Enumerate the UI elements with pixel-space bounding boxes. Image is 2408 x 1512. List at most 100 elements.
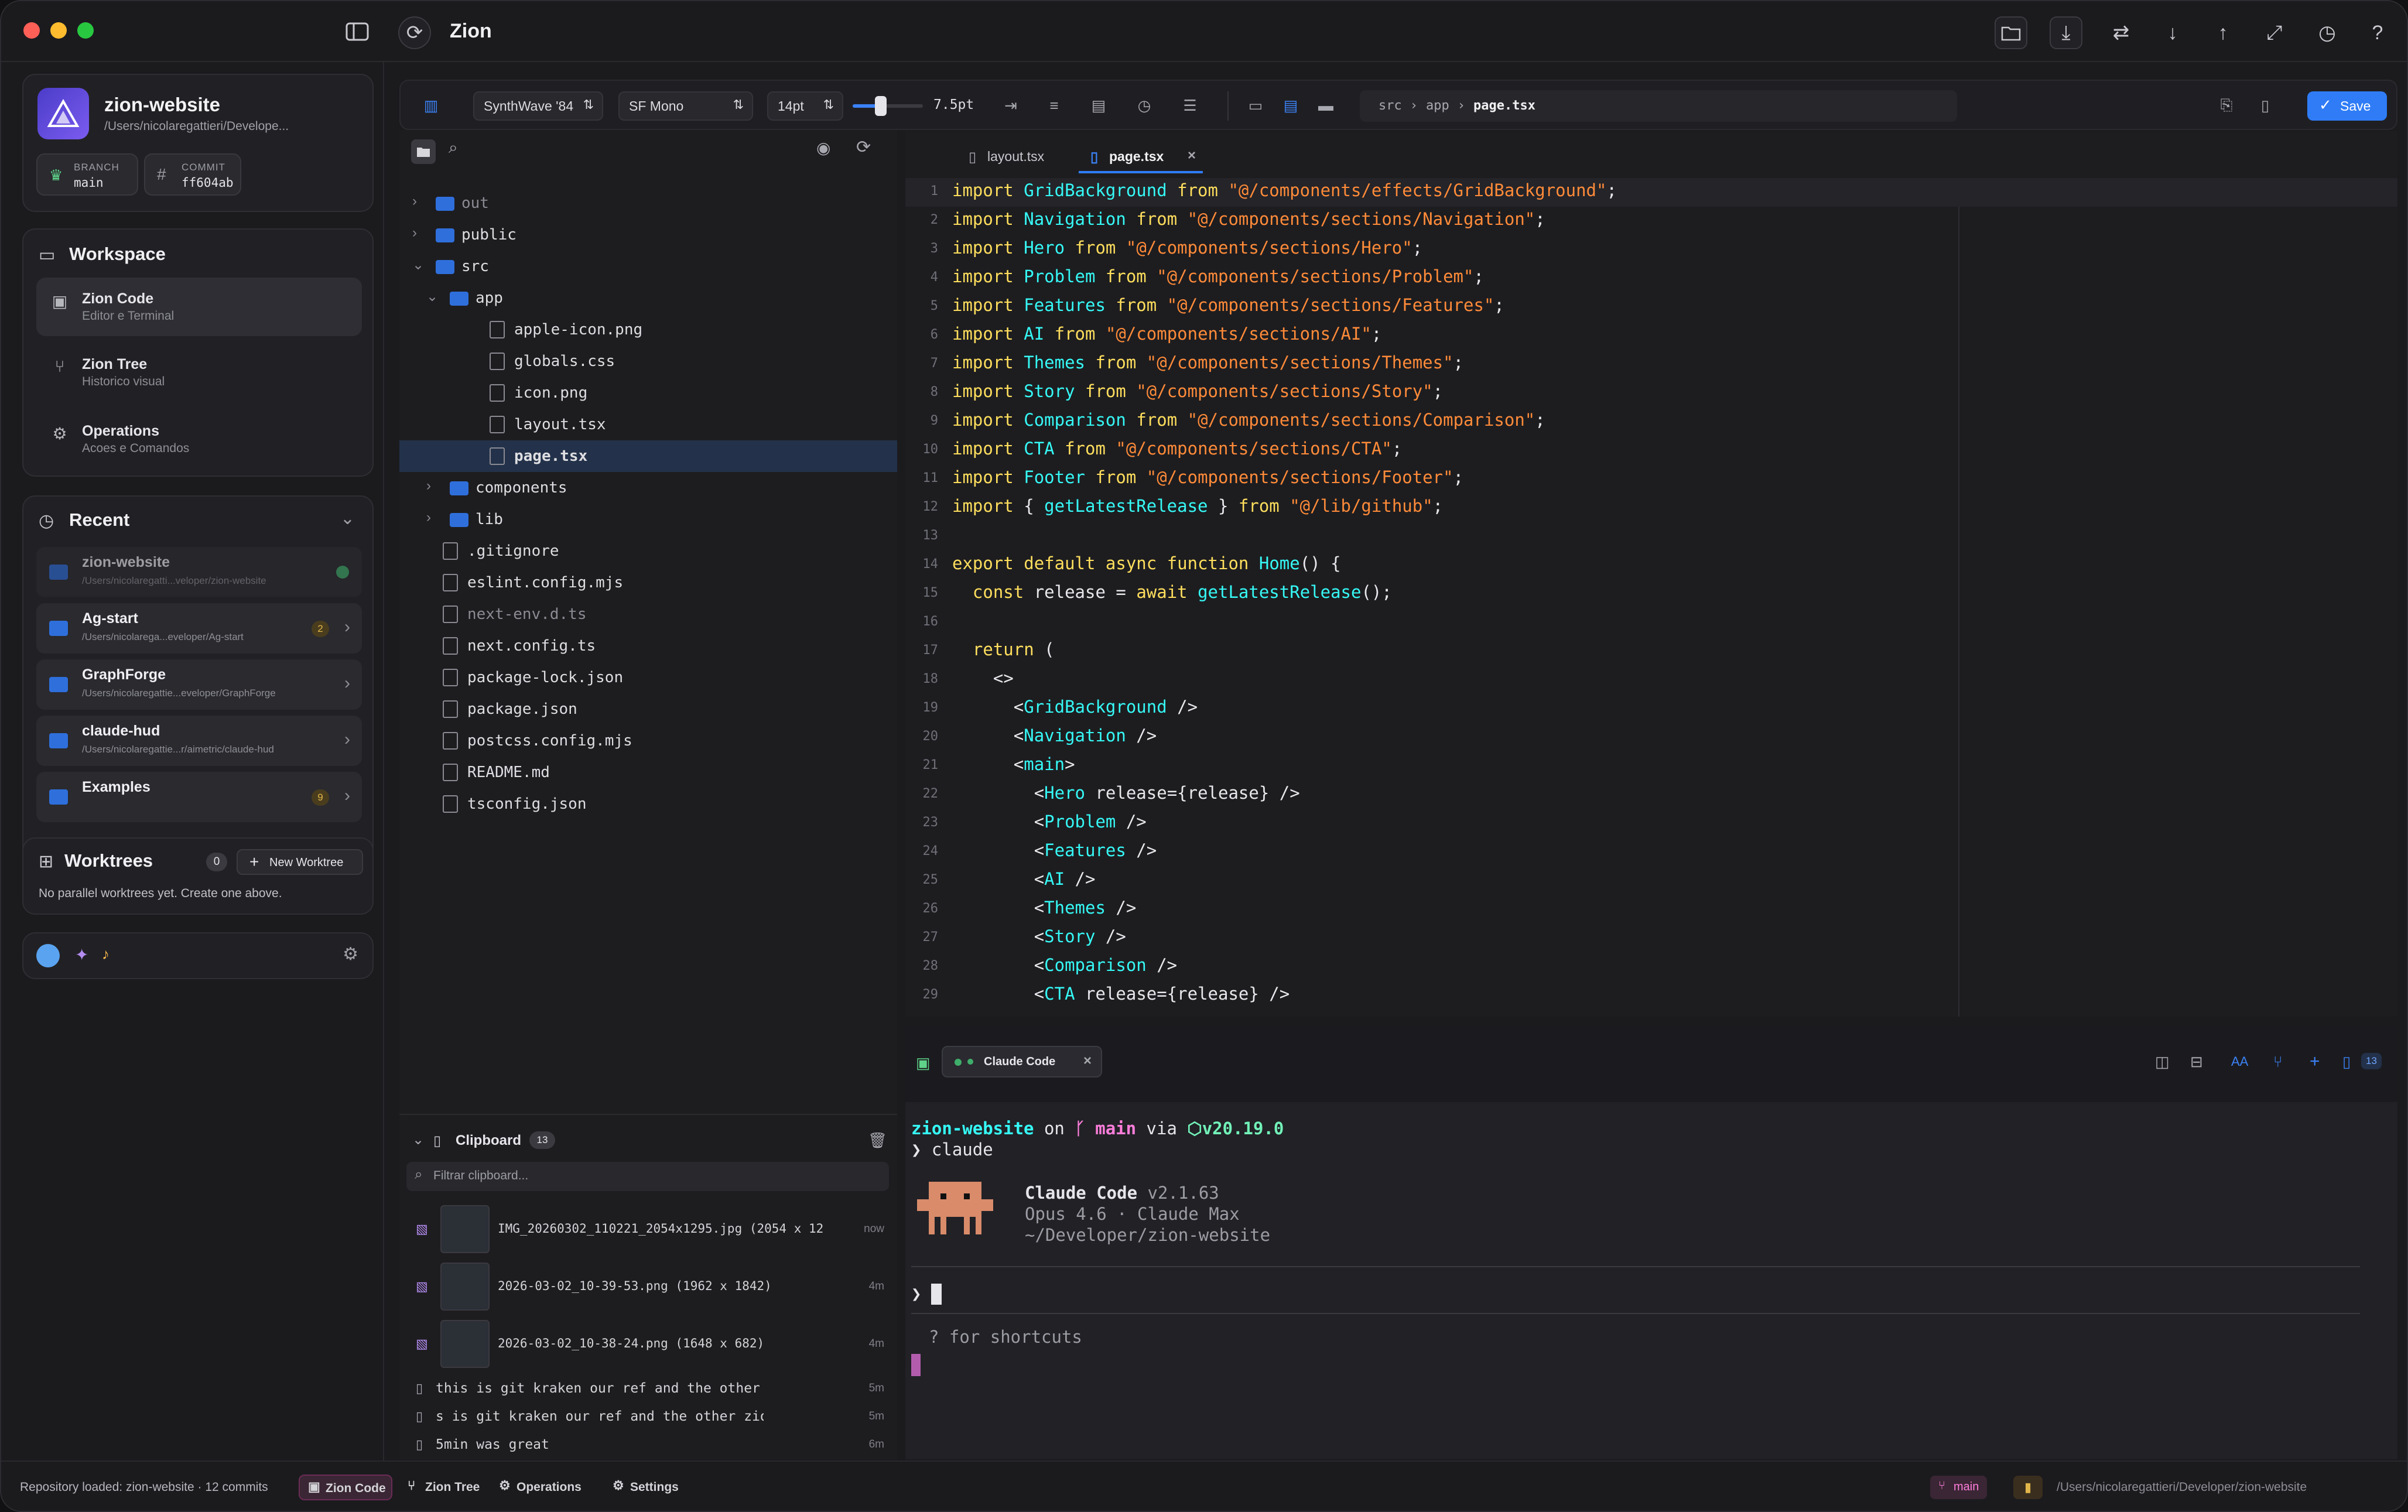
code-line[interactable]: 15 const release = await getLatestReleas… [905, 580, 2397, 608]
tree-file[interactable]: postcss.config.mjs [399, 725, 897, 757]
tree-folder[interactable]: › lib [399, 504, 897, 535]
status-zion-tree-button[interactable]: ⑂ Zion Tree [399, 1475, 481, 1500]
code-line[interactable]: 18 <> [905, 666, 2397, 695]
code-line[interactable]: 14 export default async function Home() { [905, 551, 2397, 580]
split-vertical-icon[interactable]: ◫ [2155, 1053, 2170, 1071]
clipboard-icon[interactable]: ▯ [2342, 1053, 2351, 1071]
tree-file[interactable]: package-lock.json [399, 662, 897, 693]
chevron-right-icon[interactable]: › [426, 478, 431, 494]
tree-file[interactable]: globals.css [399, 345, 897, 377]
tree-file[interactable]: tsconfig.json [399, 788, 897, 820]
tree-folder[interactable]: ⌄ app [399, 282, 897, 314]
code-line[interactable]: 22 <Hero release={release} /> [905, 781, 2397, 809]
code-line[interactable]: 2 import Navigation from "@/components/se… [905, 207, 2397, 235]
bell-icon[interactable]: ♪ [102, 945, 110, 963]
sync-icon[interactable]: ⇄ [2105, 16, 2137, 49]
layout-bottom-icon[interactable]: ▬ [1314, 94, 1338, 117]
font-size-stepper[interactable]: 14pt ⇅ [767, 91, 843, 121]
clipboard-item[interactable]: ▯ 5min was great 6m [405, 1432, 891, 1458]
branch-chip[interactable]: ♛ BRANCH main [36, 153, 138, 196]
history-icon[interactable]: ◷ [2311, 16, 2344, 49]
code-line[interactable]: 21 <main> [905, 752, 2397, 781]
settings-icon[interactable]: ⚙ [343, 944, 358, 964]
slider-thumb[interactable] [875, 96, 887, 116]
tree-file[interactable]: next-env.d.ts [399, 598, 897, 630]
chevron-right-icon[interactable]: › [412, 225, 417, 241]
layout-single-icon[interactable]: ▭ [1244, 94, 1267, 117]
code-line[interactable]: 16 [905, 608, 2397, 637]
tab-page[interactable]: ▯ page.tsx × [1079, 141, 1203, 173]
clipboard-item[interactable]: ▧ 2026-03-02_10-38-24.png (1648 x 682) 4m [405, 1318, 891, 1370]
recent-item[interactable]: zion-website /Users/nicolaregatti...velo… [36, 547, 362, 597]
file-icon[interactable]: ▯ [2253, 94, 2277, 117]
font-select[interactable]: SF Mono ⇅ [618, 91, 753, 121]
open-folder-icon[interactable] [1995, 16, 2027, 49]
trash-icon[interactable]: 🗑 [868, 1131, 887, 1150]
nav-zion-tree[interactable]: ⑂ Zion Tree Historico visual [36, 343, 362, 402]
theme-select[interactable]: SynthWave '84 ⇅ [473, 91, 603, 121]
tree-file[interactable]: page.tsx [399, 440, 897, 472]
commit-chip[interactable]: # COMMIT ff604ab [144, 153, 241, 196]
code-line[interactable]: 29 <CTA release={release} /> [905, 981, 2397, 1010]
line-height-slider[interactable] [853, 96, 923, 116]
recent-item[interactable]: claude-hud /Users/nicolaregattie...r/aim… [36, 716, 362, 766]
tree-file[interactable]: layout.tsx [399, 409, 897, 440]
code-line[interactable]: 20 <Navigation /> [905, 723, 2397, 752]
globe-icon[interactable] [36, 944, 60, 967]
tree-file[interactable]: icon.png [399, 377, 897, 409]
files-tab-icon[interactable] [411, 139, 436, 164]
tree-file[interactable]: eslint.config.mjs [399, 567, 897, 598]
close-tab-icon[interactable]: × [1188, 148, 1196, 164]
code-line[interactable]: 25 <AI /> [905, 867, 2397, 895]
clipboard-item[interactable]: ▧ IMG_20260302_110221_2054x1295.jpg (2054… [405, 1203, 891, 1256]
save-button[interactable]: ✓ Save [2307, 91, 2387, 121]
tree-file[interactable]: next.config.ts [399, 630, 897, 662]
code-line[interactable]: 9 import Comparison from "@/components/se… [905, 408, 2397, 436]
code-line[interactable]: 8 import Story from "@/components/section… [905, 379, 2397, 408]
list-icon[interactable]: ≡ [1042, 94, 1066, 117]
tree-file[interactable]: apple-icon.png [399, 314, 897, 345]
status-zion-code-button[interactable]: ▣ Zion Code [299, 1475, 392, 1500]
code-line[interactable]: 28 <Comparison /> [905, 953, 2397, 981]
diff-icon[interactable]: ⎘ [2215, 94, 2238, 117]
code-line[interactable]: 17 return ( [905, 637, 2397, 666]
minimize-window-button[interactable] [50, 22, 67, 39]
recent-item[interactable]: Examples 9 › [36, 772, 362, 822]
clipboard-item[interactable]: ▯ this is git kraken our ref and the othe… [405, 1376, 891, 1402]
format-icon[interactable]: ☰ [1178, 94, 1202, 117]
code-line[interactable]: 7 import Themes from "@/components/sectio… [905, 350, 2397, 379]
repo-card[interactable]: zion-website /Users/nicolaregattieri/Dev… [22, 74, 374, 212]
code-line[interactable]: 27 <Story /> [905, 924, 2397, 953]
code-line[interactable]: 12 import { getLatestRelease } from "@/li… [905, 494, 2397, 522]
plus-icon[interactable]: + [2310, 1052, 2320, 1072]
close-window-button[interactable] [23, 22, 40, 39]
tree-folder[interactable]: › out [399, 187, 897, 219]
tab-layout[interactable]: ▯ layout.tsx [957, 141, 1074, 173]
nav-operations[interactable]: ⚙ Operations Acoes e Comandos [36, 410, 362, 468]
history-icon[interactable]: ◷ [1133, 94, 1156, 117]
code-line[interactable]: 24 <Features /> [905, 838, 2397, 867]
layout-split-icon[interactable]: ▤ [1279, 94, 1302, 117]
chevron-right-icon[interactable]: › [426, 509, 431, 526]
code-line[interactable]: 4 import Problem from "@/components/secti… [905, 264, 2397, 293]
chevron-right-icon[interactable]: › [412, 193, 417, 210]
recent-item[interactable]: GraphForge /Users/nicolaregattie...evelo… [36, 659, 362, 710]
split-horizontal-icon[interactable]: ⊟ [2190, 1053, 2203, 1071]
code-line[interactable]: 5 import Features from "@/components/sect… [905, 293, 2397, 321]
code-line[interactable]: 11 import Footer from "@/components/secti… [905, 465, 2397, 494]
panel-left-icon[interactable]: ▥ [419, 94, 443, 117]
branch-icon[interactable]: ⑂ [2273, 1053, 2283, 1071]
status-operations-button[interactable]: ⚙ Operations [491, 1475, 590, 1500]
chevron-down-icon[interactable]: ⌄ [340, 508, 355, 529]
eye-icon[interactable]: ◉ [816, 138, 830, 158]
sidebar-toggle-icon[interactable] [341, 15, 374, 48]
terminal-output[interactable]: zion-website on ᚴ main via ⬡v20.19.0 ❯ c… [905, 1102, 2397, 1459]
terminal-tab[interactable]: Claude Code × [942, 1046, 1102, 1077]
code-line[interactable]: 23 <Problem /> [905, 809, 2397, 838]
minimap-icon[interactable]: ▤ [1087, 94, 1110, 117]
indent-icon[interactable]: ⇥ [999, 94, 1022, 117]
code-line[interactable]: 10 import CTA from "@/components/sections… [905, 436, 2397, 465]
code-line[interactable]: 1 import GridBackground from "@/component… [905, 178, 2397, 207]
tree-file[interactable]: package.json [399, 693, 897, 725]
search-icon[interactable]: ⌕ [449, 138, 458, 158]
